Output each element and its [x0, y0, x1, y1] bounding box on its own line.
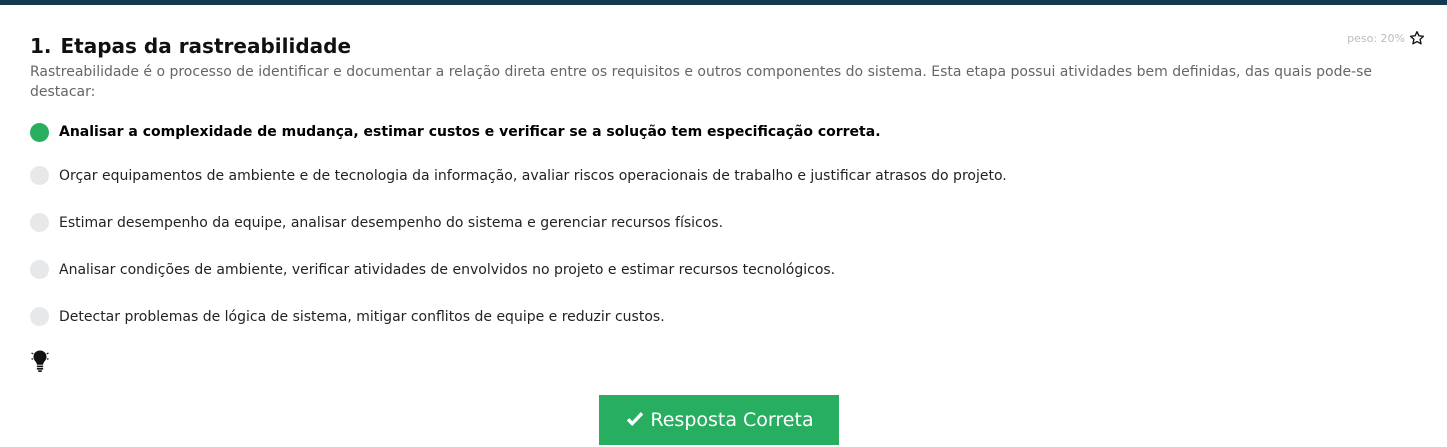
question-number: 1. — [30, 34, 52, 58]
answer-option-3[interactable]: Estimar desempenho da equipe, analisar d… — [30, 199, 1420, 246]
option-label: Analisar a complexidade de mudança, esti… — [59, 124, 881, 140]
option-label: Estimar desempenho da equipe, analisar d… — [59, 214, 724, 231]
option-label: Detectar problemas de lógica de sistema,… — [59, 308, 665, 325]
answer-button-label: Resposta Correta — [650, 409, 814, 431]
question-title: Etapas da rastreabilidade — [60, 34, 352, 58]
radio-selected-icon[interactable] — [30, 122, 49, 142]
top-bar — [0, 0, 1447, 5]
answer-options: Analisar a complexidade de mudança, esti… — [30, 112, 1420, 340]
lightbulb-icon[interactable] — [31, 349, 49, 373]
answer-option-4[interactable]: Analisar condições de ambiente, verifica… — [30, 246, 1420, 293]
answer-option-5[interactable]: Detectar problemas de lógica de sistema,… — [30, 293, 1420, 340]
radio-icon[interactable] — [30, 260, 49, 279]
radio-icon[interactable] — [30, 307, 49, 326]
question-description: Rastreabilidade é o processo de identifi… — [30, 64, 1373, 100]
check-icon — [624, 409, 646, 431]
answer-option-2[interactable]: Orçar equipamentos de ambiente e de tecn… — [30, 152, 1420, 199]
correct-answer-button[interactable]: Resposta Correta — [599, 395, 839, 445]
question-title-row: 1. Etapas da rastreabilidade — [30, 34, 1420, 58]
option-label: Analisar condições de ambiente, verifica… — [59, 261, 836, 278]
radio-icon[interactable] — [30, 213, 49, 232]
question-card: 1. Etapas da rastreabilidade Rastreabili… — [30, 34, 1420, 340]
answer-option-1[interactable]: Analisar a complexidade de mudança, esti… — [30, 112, 1420, 152]
option-label: Orçar equipamentos de ambiente e de tecn… — [59, 167, 1007, 184]
radio-icon[interactable] — [30, 166, 49, 185]
